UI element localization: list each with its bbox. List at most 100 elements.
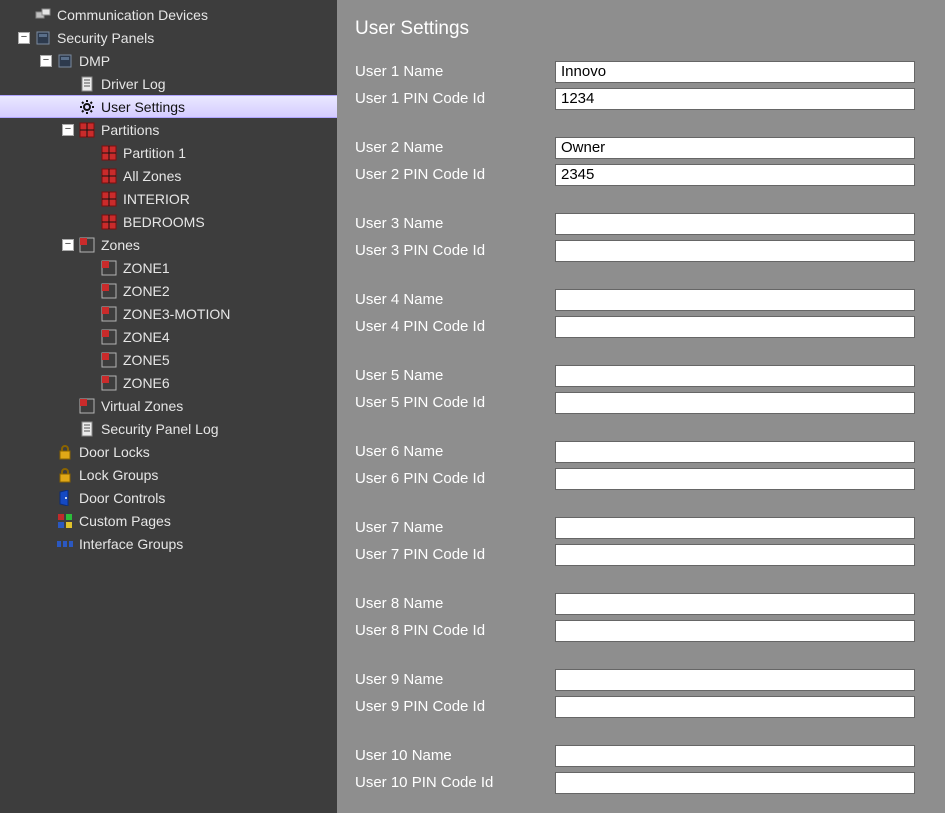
user-name-input[interactable] [555,213,915,235]
toggle-spacer [40,515,52,527]
tree-item[interactable]: ZONE2 [0,279,337,302]
tree-item[interactable]: Virtual Zones [0,394,337,417]
user-block: User 1 NameUser 1 PIN Code Id [355,58,925,112]
tree-item[interactable]: All Zones [0,164,337,187]
user-pin-input[interactable] [555,240,915,262]
tree-item-label: Partition 1 [123,145,337,161]
user-block: User 8 NameUser 8 PIN Code Id [355,590,925,644]
zone-icon [101,283,117,299]
user-pin-input[interactable] [555,620,915,642]
user-name-label: User 9 Name [355,671,555,688]
toggle-spacer [84,170,96,182]
user-name-input[interactable] [555,745,915,767]
field-row: User 10 Name [355,742,925,769]
tree-item-label: ZONE3-MOTION [123,306,337,322]
tree-item-label: Door Locks [79,444,337,460]
user-name-input[interactable] [555,61,915,83]
field-row: User 7 PIN Code Id [355,541,925,568]
user-pin-input[interactable] [555,696,915,718]
custom-icon [57,513,73,529]
user-pin-input[interactable] [555,316,915,338]
toggle-spacer [84,262,96,274]
collapse-toggle-icon[interactable]: − [62,239,74,251]
user-pin-input[interactable] [555,772,915,794]
user-pin-input[interactable] [555,164,915,186]
user-name-input[interactable] [555,441,915,463]
field-row: User 3 PIN Code Id [355,237,925,264]
zone-icon [101,329,117,345]
lock-icon [57,467,73,483]
tree-item[interactable]: ZONE6 [0,371,337,394]
toggle-spacer [84,193,96,205]
user-name-label: User 5 Name [355,367,555,384]
toggle-spacer [84,308,96,320]
panel-icon [35,30,51,46]
collapse-toggle-icon[interactable]: − [62,124,74,136]
user-pin-label: User 9 PIN Code Id [355,698,555,715]
tree-item-label: Security Panels [57,30,337,46]
lock-icon [57,444,73,460]
tree-item-label: Custom Pages [79,513,337,529]
detail-panel: User Settings User 1 NameUser 1 PIN Code… [337,0,945,813]
tree-item[interactable]: BEDROOMS [0,210,337,233]
user-pin-label: User 1 PIN Code Id [355,90,555,107]
user-name-input[interactable] [555,517,915,539]
tree-item[interactable]: ZONE1 [0,256,337,279]
tree-item-label: Zones [101,237,337,253]
tree-item[interactable]: −Partitions [0,118,337,141]
toggle-spacer [62,423,74,435]
tree-item[interactable]: Communication Devices [0,3,337,26]
user-pin-input[interactable] [555,88,915,110]
partition-icon [101,191,117,207]
tree-item[interactable]: Driver Log [0,72,337,95]
collapse-toggle-icon[interactable]: − [40,55,52,67]
interface-icon [57,536,73,552]
tree-item[interactable]: Door Locks [0,440,337,463]
user-pin-label: User 5 PIN Code Id [355,394,555,411]
collapse-toggle-icon[interactable]: − [18,32,30,44]
tree-item[interactable]: −DMP [0,49,337,72]
user-name-label: User 2 Name [355,139,555,156]
tree-item[interactable]: User Settings [0,95,337,118]
user-block: User 10 NameUser 10 PIN Code Id [355,742,925,796]
toggle-spacer [40,469,52,481]
toggle-spacer [62,101,74,113]
door-icon [57,490,73,506]
toggle-spacer [40,538,52,550]
toggle-spacer [18,9,30,21]
user-pin-label: User 8 PIN Code Id [355,622,555,639]
user-name-label: User 10 Name [355,747,555,764]
user-name-input[interactable] [555,289,915,311]
tree-item[interactable]: Partition 1 [0,141,337,164]
tree-item[interactable]: INTERIOR [0,187,337,210]
user-pin-input[interactable] [555,468,915,490]
toggle-spacer [84,331,96,343]
tree-item[interactable]: Security Panel Log [0,417,337,440]
user-pin-input[interactable] [555,544,915,566]
tree-item[interactable]: − Security Panels [0,26,337,49]
toggle-spacer [84,147,96,159]
tree-item[interactable]: Door Controls [0,486,337,509]
tree-item[interactable]: Lock Groups [0,463,337,486]
user-block: User 9 Name User 9 PIN Code Id [355,666,925,720]
panel-icon [57,53,73,69]
tree-item[interactable]: ZONE5 [0,348,337,371]
tree-item-label: Security Panel Log [101,421,337,437]
user-pin-label: User 6 PIN Code Id [355,470,555,487]
user-name-input[interactable] [555,365,915,387]
tree-item[interactable]: Interface Groups [0,532,337,555]
user-name-input[interactable] [555,669,915,691]
user-name-input[interactable] [555,137,915,159]
tree-item[interactable]: Custom Pages [0,509,337,532]
partition-icon [101,168,117,184]
field-row: User 1 PIN Code Id [355,85,925,112]
tree-item-label: ZONE1 [123,260,337,276]
field-row: User 6 PIN Code Id [355,465,925,492]
tree-item[interactable]: ZONE3-MOTION [0,302,337,325]
tree-item-label: Virtual Zones [101,398,337,414]
tree-item[interactable]: − Zones [0,233,337,256]
zone-icon [101,352,117,368]
user-pin-input[interactable] [555,392,915,414]
tree-item[interactable]: ZONE4 [0,325,337,348]
user-name-input[interactable] [555,593,915,615]
